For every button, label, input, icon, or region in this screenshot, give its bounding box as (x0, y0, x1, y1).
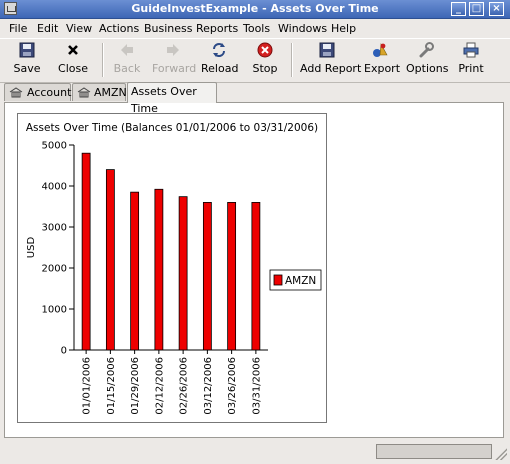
x-tick-label: 01/15/2006 (106, 357, 117, 415)
close-window-button[interactable]: × (489, 2, 504, 16)
bar (178, 196, 188, 351)
bar (154, 188, 164, 351)
bar (227, 202, 237, 351)
status-bar (0, 440, 510, 464)
legend-swatch (273, 274, 283, 286)
progress-bar (376, 444, 492, 459)
export-icon (373, 42, 388, 57)
floppy-disk-icon (19, 42, 35, 58)
forward-arrow-icon (167, 44, 179, 56)
reload-button[interactable]: Reload (201, 42, 239, 79)
report-tabs: Accounts AMZN Assets Over Time (0, 82, 510, 115)
menu-tools[interactable]: Tools (243, 22, 270, 35)
legend-label: AMZN (285, 275, 316, 287)
close-icon (68, 45, 78, 55)
menu-file[interactable]: File (9, 22, 27, 35)
menu-bar: File Edit View Actions Business Reports … (0, 19, 510, 38)
y-tick-label: 2000 (42, 264, 67, 275)
tab-assets-over-time[interactable]: Assets Over Time (127, 82, 217, 115)
bar (130, 191, 140, 351)
y-tick-label: 3000 (42, 223, 67, 234)
assets-chart: Assets Over Time (Balances 01/01/2006 to… (26, 122, 322, 415)
bar (105, 169, 115, 351)
plot-area: 0 1000 2000 3000 4000 5000 01/01/2006 01/15/200… (42, 141, 322, 415)
menu-actions[interactable]: Actions (99, 22, 139, 35)
tab-accounts[interactable]: Accounts (4, 83, 77, 101)
y-tick-label: 4000 (42, 182, 67, 193)
save-button[interactable]: Save (11, 42, 43, 79)
tab-label: Assets Over Time (131, 85, 197, 115)
close-label: Close (58, 62, 88, 75)
chart-frame: Assets Over Time (Balances 01/01/2006 to… (17, 113, 327, 423)
menu-windows[interactable]: Windows (278, 22, 327, 35)
menu-business[interactable]: Business (144, 22, 193, 35)
tab-label: AMZN (94, 86, 127, 99)
x-tick-label: 03/26/2006 (227, 357, 238, 415)
back-button[interactable]: Back (112, 42, 142, 79)
reload-label: Reload (201, 62, 239, 75)
x-tick-label: 01/29/2006 (130, 357, 141, 415)
options-label: Options (406, 62, 449, 75)
print-label: Print (458, 62, 484, 75)
window-title: GuideInvestExample - Assets Over Time (131, 2, 379, 15)
chart-title: Assets Over Time (Balances 01/01/2006 to… (26, 122, 318, 134)
accounts-icon (9, 87, 23, 98)
bar (202, 202, 212, 351)
back-label: Back (113, 62, 141, 75)
stop-icon (257, 42, 273, 58)
tab-amzn[interactable]: AMZN (72, 83, 127, 101)
toolbar-separator (102, 43, 104, 77)
stop-label: Stop (252, 62, 278, 75)
title-bar: GuideInvestExample - Assets Over Time _ … (0, 0, 510, 19)
printer-icon (463, 42, 479, 58)
toolbar: Save Close Back Forward Reload Stop Add … (0, 38, 510, 83)
add-report-button[interactable]: Add Report (300, 42, 362, 79)
tab-label: Accounts (27, 86, 78, 99)
wrench-icon (419, 42, 434, 58)
maximize-button[interactable]: □ (469, 2, 484, 16)
x-tick-label: 02/12/2006 (154, 357, 165, 415)
minimize-button[interactable]: _ (451, 2, 466, 16)
export-label: Export (364, 62, 401, 75)
add-report-label: Add Report (300, 62, 362, 75)
print-button[interactable]: Print (457, 42, 485, 79)
x-tick-label: 03/12/2006 (203, 357, 214, 415)
stop-button[interactable]: Stop (251, 42, 279, 79)
forward-button[interactable]: Forward (152, 42, 197, 79)
resize-grip[interactable] (495, 446, 507, 460)
y-tick-label: 5000 (42, 141, 67, 152)
export-button[interactable]: Export (364, 42, 401, 79)
bar (81, 152, 91, 351)
toolbar-separator (291, 43, 293, 77)
y-axis-label: USD (26, 237, 37, 259)
save-label: Save (13, 62, 41, 75)
x-tick-label: 03/31/2006 (251, 357, 262, 415)
y-tick-label: 0 (61, 346, 67, 357)
reload-icon (213, 43, 225, 57)
account-icon (77, 87, 91, 98)
close-button[interactable]: Close (56, 42, 90, 79)
options-button[interactable]: Options (406, 42, 449, 79)
floppy-disk-icon (319, 42, 335, 58)
menu-reports[interactable]: Reports (196, 22, 238, 35)
y-tick-label: 1000 (42, 305, 67, 316)
bar (251, 202, 261, 351)
x-tick-label: 02/26/2006 (179, 357, 190, 415)
forward-label: Forward (152, 62, 197, 75)
report-view: Assets Over Time (Balances 01/01/2006 to… (4, 102, 504, 438)
menu-edit[interactable]: Edit (37, 22, 58, 35)
back-arrow-icon (121, 44, 133, 56)
x-tick-label: 01/01/2006 (82, 357, 93, 415)
menu-view[interactable]: View (66, 22, 92, 35)
menu-help[interactable]: Help (331, 22, 356, 35)
